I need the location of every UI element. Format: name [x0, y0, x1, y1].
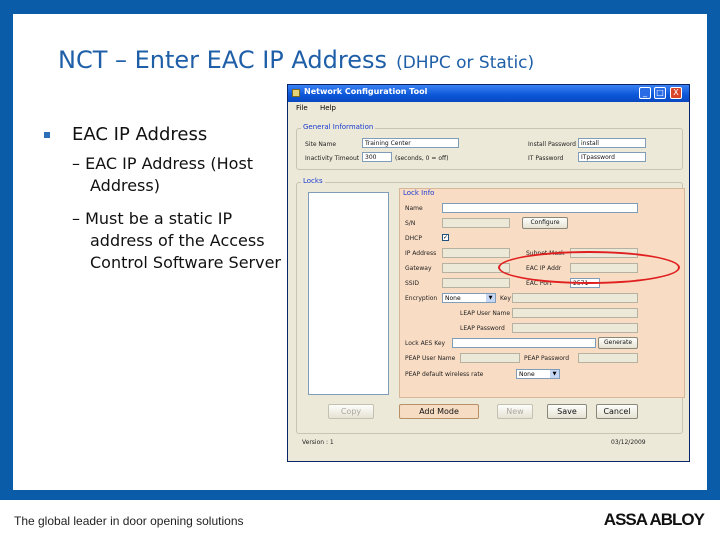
dhcp-checkbox[interactable]: ✓: [442, 234, 449, 241]
general-info-label: General Information: [301, 123, 376, 131]
ssid-label: SSID: [405, 280, 420, 287]
save-button[interactable]: Save: [547, 404, 587, 419]
locks-list[interactable]: [308, 192, 389, 395]
key-label: Key: [500, 295, 511, 302]
bullet-list: EAC IP Address – EAC IP Address (Host Ad…: [42, 124, 282, 274]
it-password-field[interactable]: ITpassword: [578, 152, 646, 162]
leap-user-label: LEAP User Name: [460, 310, 511, 317]
slide-title: NCT – Enter EAC IP Address (DHPC or Stat…: [58, 46, 534, 74]
menu-file[interactable]: File: [296, 104, 308, 112]
copy-button[interactable]: Copy: [328, 404, 374, 419]
peap-default-select[interactable]: None ▼: [516, 369, 560, 379]
ssid-field: [442, 278, 510, 288]
minimize-button[interactable]: _: [639, 87, 651, 99]
peap-password-label: PEAP Password: [524, 355, 570, 362]
title-main: NCT – Enter EAC IP Address: [58, 46, 387, 74]
footer-tagline: The global leader in door opening soluti…: [14, 514, 244, 528]
inactivity-field[interactable]: 300: [362, 152, 392, 162]
it-password-label: IT Password: [528, 155, 564, 162]
gateway-label: Gateway: [405, 265, 432, 272]
title-sub: (DHPC or Static): [396, 53, 535, 73]
sub-bullet-host-address: – EAC IP Address (Host Address): [72, 154, 254, 195]
lock-info-panel: Lock Info Name S/N Configure DHCP ✓ IP A…: [399, 188, 685, 398]
sub-bullet-static-ip: – Must be a static IP address of the Acc…: [72, 209, 282, 272]
encryption-label: Encryption: [405, 295, 438, 302]
menubar: File Help: [288, 102, 689, 115]
slide-footer: The global leader in door opening soluti…: [0, 500, 720, 540]
eac-ip-highlight-ellipse: [498, 251, 680, 284]
key-field: [512, 293, 638, 303]
install-password-field[interactable]: install: [578, 138, 646, 148]
lock-name-field[interactable]: [442, 203, 638, 213]
generate-button[interactable]: Generate: [598, 337, 638, 349]
window-titlebar: Network Configuration Tool _ □ X: [288, 85, 689, 102]
leap-password-field: [512, 323, 638, 333]
configure-button[interactable]: Configure: [522, 217, 568, 229]
cancel-button[interactable]: Cancel: [596, 404, 638, 419]
add-mode-button[interactable]: Add Mode: [399, 404, 479, 419]
sn-field: [442, 218, 510, 228]
inactivity-units: (seconds, 0 = off): [395, 155, 449, 162]
encryption-select[interactable]: None ▼: [442, 293, 496, 303]
inactivity-label: Inactivity Timeout: [305, 155, 360, 162]
chevron-down-icon: ▼: [486, 294, 495, 302]
new-button[interactable]: New: [497, 404, 533, 419]
maximize-button[interactable]: □: [654, 87, 666, 99]
peap-user-label: PEAP User Name: [405, 355, 456, 362]
slide: NCT – Enter EAC IP Address (DHPC or Stat…: [0, 0, 720, 540]
date-text: 03/12/2009: [611, 439, 646, 446]
name-label: Name: [405, 205, 423, 212]
assa-abloy-logo: ASSA ABLOY: [603, 510, 705, 529]
menu-help[interactable]: Help: [320, 104, 336, 112]
site-name-label: Site Name: [305, 141, 337, 148]
dhcp-label: DHCP: [405, 235, 422, 242]
general-info-group: [296, 128, 683, 170]
close-button[interactable]: X: [670, 87, 682, 99]
sn-label: S/N: [405, 220, 416, 227]
window-title: Network Configuration Tool: [304, 87, 428, 96]
lock-aes-key-label: Lock AES Key: [405, 340, 446, 347]
ip-address-field: [442, 248, 510, 258]
peap-default-value: None: [519, 371, 535, 378]
bullet-eac-ip: EAC IP Address: [42, 124, 282, 145]
leap-user-field: [512, 308, 638, 318]
peap-default-label: PEAP default wireless rate: [405, 371, 484, 378]
ip-address-label: IP Address: [405, 250, 437, 257]
peap-user-field: [460, 353, 520, 363]
install-password-label: Install Password: [528, 141, 576, 148]
lock-info-label: Lock Info: [403, 189, 435, 197]
app-icon: [292, 89, 300, 97]
lock-aes-key-field[interactable]: [452, 338, 596, 348]
chevron-down-icon: ▼: [550, 370, 559, 378]
peap-password-field: [578, 353, 638, 363]
site-name-field[interactable]: Training Center: [362, 138, 459, 148]
version-text: Version : 1: [302, 439, 334, 446]
locks-label: Locks: [301, 177, 325, 185]
encryption-value: None: [445, 295, 461, 302]
leap-password-label: LEAP Password: [460, 325, 505, 332]
